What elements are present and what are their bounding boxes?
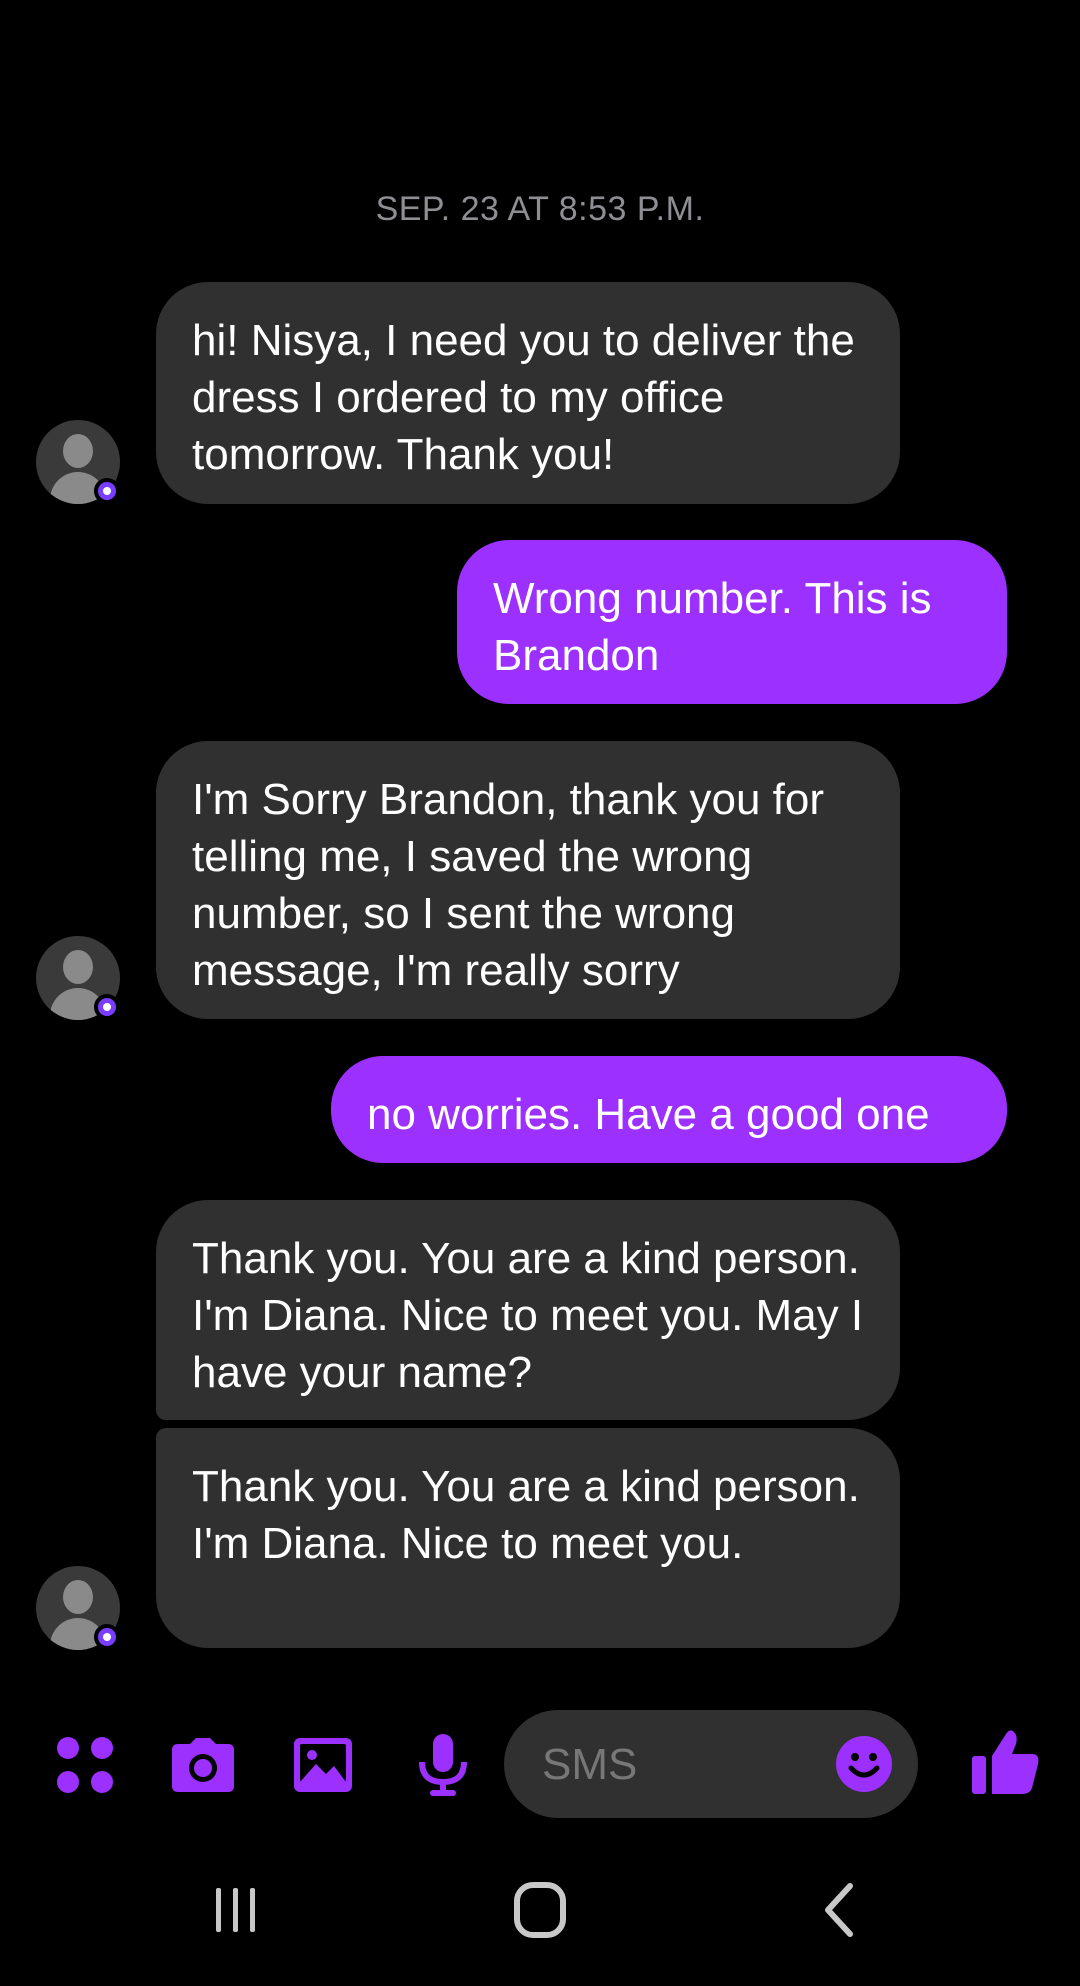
sms-input[interactable] bbox=[540, 1734, 804, 1796]
messenger-badge-icon bbox=[94, 478, 120, 504]
recent-apps-icon[interactable] bbox=[196, 1880, 276, 1940]
microphone-icon[interactable] bbox=[408, 1730, 478, 1800]
outgoing-message[interactable]: no worries. Have a good one bbox=[331, 1056, 1007, 1163]
sms-input-field[interactable] bbox=[504, 1710, 918, 1818]
timestamp: SEP. 23 AT 8:53 P.M. bbox=[375, 190, 705, 228]
incoming-message[interactable]: I'm Sorry Brandon, thank you for telling… bbox=[156, 741, 900, 1019]
thumbs-up-icon[interactable] bbox=[966, 1722, 1046, 1802]
incoming-message[interactable]: Thank you. You are a kind person. I'm Di… bbox=[156, 1200, 900, 1420]
apps-icon[interactable] bbox=[50, 1730, 120, 1800]
messenger-badge-icon bbox=[94, 1624, 120, 1650]
home-icon[interactable] bbox=[500, 1880, 580, 1940]
image-icon[interactable] bbox=[288, 1730, 358, 1800]
incoming-message[interactable]: hi! Nisya, I need you to deliver the dre… bbox=[156, 282, 900, 504]
back-icon[interactable] bbox=[800, 1880, 880, 1940]
messenger-badge-icon bbox=[94, 994, 120, 1020]
incoming-message[interactable]: Thank you. You are a kind person. I'm Di… bbox=[156, 1428, 900, 1648]
emoji-icon[interactable] bbox=[834, 1734, 894, 1794]
camera-icon[interactable] bbox=[168, 1730, 238, 1800]
outgoing-message[interactable]: Wrong number. This is Brandon bbox=[457, 540, 1007, 704]
